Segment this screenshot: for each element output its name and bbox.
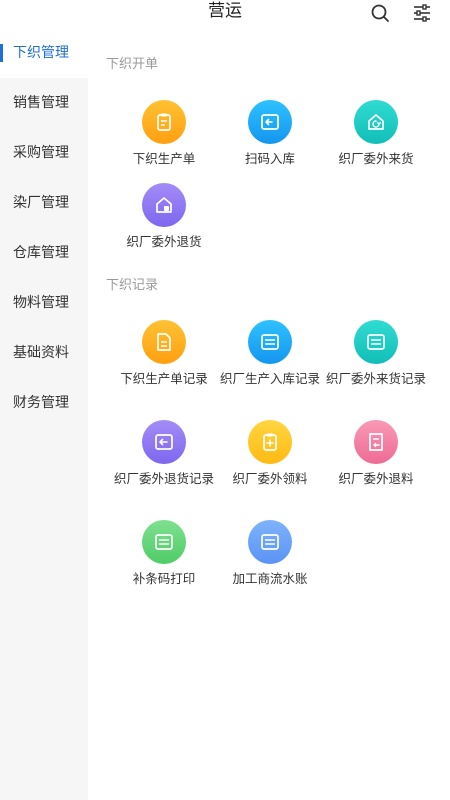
home-return-goods-icon (142, 183, 186, 227)
tile-label: 织厂委外来货 (338, 151, 414, 166)
tile-factory-stock-in-records[interactable]: 织厂生产入库记录 (217, 320, 323, 387)
home-return-icon (354, 100, 398, 144)
tile-label: 下织生产单 (132, 151, 196, 166)
tile-label: 织厂委外来货记录 (325, 371, 426, 386)
main-content: 下织开单 下织生产单 扫码入库 织厂委外来货 织厂委外退货 下织记录 下织生产单… (88, 28, 450, 800)
tile-outsourced-incoming-records[interactable]: 织厂委外来货记录 (323, 320, 429, 387)
top-bar: 营运 (0, 0, 450, 26)
sidebar-item-materials[interactable]: 物料管理 (0, 278, 88, 328)
sidebar-item-warehouse[interactable]: 仓库管理 (0, 228, 88, 278)
tile-barcode-reprint[interactable]: 补条码打印 (111, 520, 217, 587)
clipboard-icon (142, 100, 186, 144)
tile-outsourced-returns[interactable]: 织厂委外退货 (111, 183, 217, 250)
material-pickup-icon (248, 420, 292, 464)
tile-outsourced-incoming[interactable]: 织厂委外来货 (323, 100, 429, 167)
filter-icon[interactable] (412, 3, 432, 23)
list-icon (354, 320, 398, 364)
sidebar-item-finance[interactable]: 财务管理 (0, 378, 88, 428)
sidebar: 下织管理 销售管理 采购管理 染厂管理 仓库管理 物料管理 基础资料 财务管理 (0, 28, 88, 800)
tile-scan-in-stock[interactable]: 扫码入库 (217, 100, 323, 167)
tile-processor-ledger[interactable]: 加工商流水账 (217, 520, 323, 587)
search-icon[interactable] (370, 3, 390, 23)
tile-label: 织厂委外退货记录 (113, 471, 214, 486)
tile-label: 下织生产单记录 (120, 371, 208, 386)
tile-label: 织厂委外退料 (338, 471, 414, 486)
return-arrow-icon (142, 420, 186, 464)
sidebar-item-dye-factory[interactable]: 染厂管理 (0, 178, 88, 228)
tile-label: 织厂委外领料 (232, 471, 308, 486)
section-title-weaving-orders: 下织开单 (106, 57, 159, 72)
tile-outsourced-material-pickup[interactable]: 织厂委外领料 (217, 420, 323, 487)
tile-label: 织厂生产入库记录 (219, 371, 320, 386)
tile-label: 扫码入库 (244, 151, 295, 166)
tile-label: 补条码打印 (132, 571, 196, 586)
document-return-icon (354, 420, 398, 464)
tile-label: 加工商流水账 (232, 571, 308, 586)
tile-outsourced-return-records[interactable]: 织厂委外退货记录 (111, 420, 217, 487)
tile-weaving-production-order[interactable]: 下织生产单 (111, 100, 217, 167)
document-icon (142, 320, 186, 364)
sidebar-item-weaving[interactable]: 下织管理 (0, 28, 88, 78)
sidebar-item-basic-data[interactable]: 基础资料 (0, 328, 88, 378)
sidebar-item-purchasing[interactable]: 采购管理 (0, 128, 88, 178)
tile-label: 织厂委外退货 (126, 234, 202, 249)
scan-in-icon (248, 100, 292, 144)
sidebar-item-sales[interactable]: 销售管理 (0, 78, 88, 128)
section-title-weaving-records: 下织记录 (106, 278, 159, 293)
tile-weaving-order-records[interactable]: 下织生产单记录 (111, 320, 217, 387)
list-icon (248, 520, 292, 564)
list-icon (142, 520, 186, 564)
tile-outsourced-material-return[interactable]: 织厂委外退料 (323, 420, 429, 487)
list-icon (248, 320, 292, 364)
